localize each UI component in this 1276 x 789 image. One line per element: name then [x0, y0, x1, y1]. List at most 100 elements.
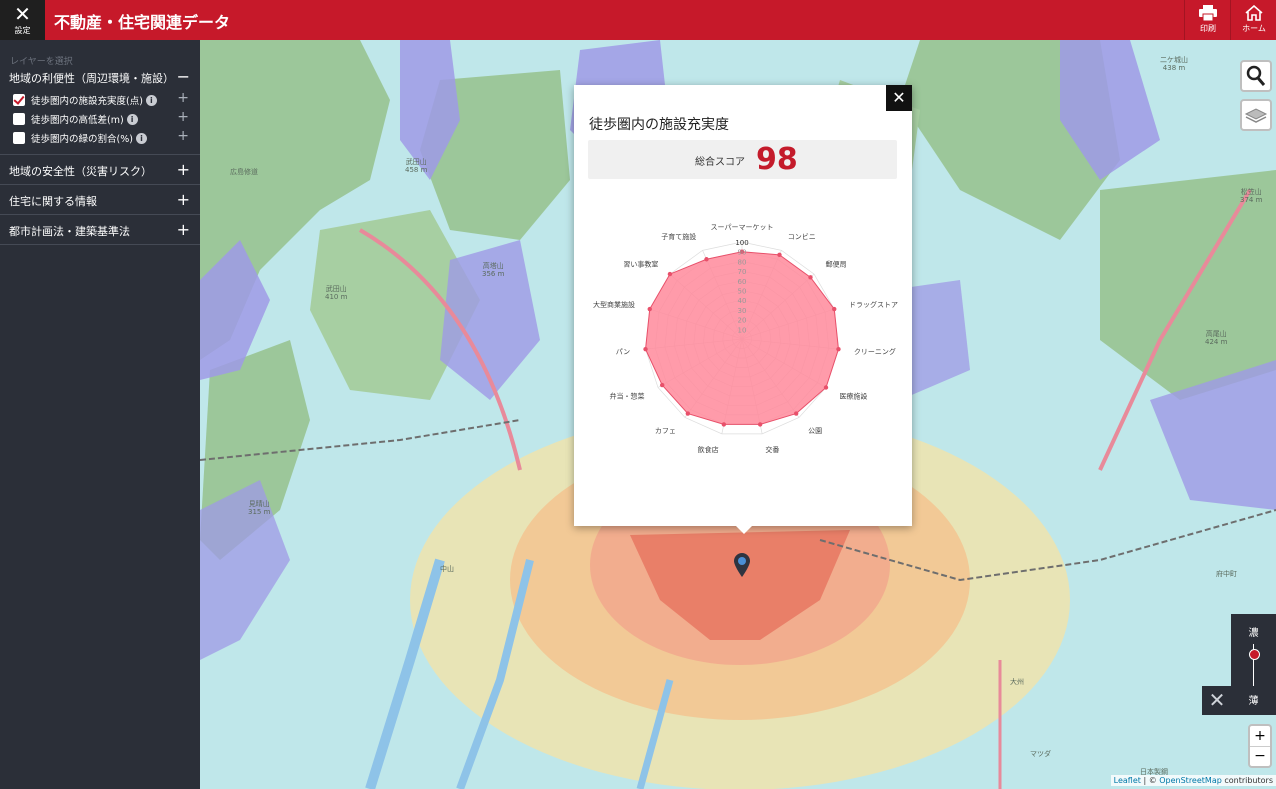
legend-slider-handle[interactable] [1249, 649, 1260, 660]
popup-close-button[interactable]: ✕ [886, 85, 912, 111]
osm-link[interactable]: OpenStreetMap [1159, 776, 1222, 785]
leaflet-link[interactable]: Leaflet [1114, 776, 1141, 785]
expand-icon[interactable]: + [177, 222, 190, 238]
radar-tick-label: 40 [738, 297, 747, 305]
section-convenience: 地域の利便性（周辺環境・施設） − 徒歩圏内の施設充実度(点) i + 徒歩圏内の… [0, 64, 200, 155]
layer-checkbox[interactable] [13, 113, 25, 125]
radar-category-label: 子育て施設 [661, 232, 696, 241]
radar-category-label: スーパーマーケット [711, 223, 774, 231]
expand-icon[interactable]: + [177, 109, 189, 125]
map-label: 高塔山 356 m [482, 262, 505, 278]
section-title[interactable]: 地域の利便性（周辺環境・施設） [9, 70, 174, 86]
layer-green-ratio[interactable]: 徒歩圏内の緑の割合(%) i + [13, 128, 193, 146]
expand-icon[interactable]: + [177, 192, 190, 208]
map-label: マツダ [1030, 750, 1051, 758]
location-marker-icon[interactable] [733, 552, 751, 578]
layer-checkbox[interactable] [13, 132, 25, 144]
settings-close-button[interactable]: ✕ 設定 [0, 0, 45, 40]
layer-sidebar: レイヤーを選択 地域の利便性（周辺環境・施設） − 徒歩圏内の施設充実度(点) i… [0, 40, 200, 789]
radar-data-point[interactable] [808, 275, 813, 280]
radar-data-point[interactable] [643, 346, 648, 352]
section-housing[interactable]: 住宅に関する情報 + [0, 185, 200, 215]
radar-tick-label: 50 [738, 288, 747, 296]
radar-data-point[interactable] [685, 411, 691, 416]
map-search-button[interactable] [1240, 60, 1272, 92]
print-label: 印刷 [1200, 24, 1216, 33]
map-label: 武田山 458 m [405, 158, 428, 174]
settings-label: 設定 [14, 26, 31, 35]
expand-icon[interactable]: + [177, 128, 189, 144]
search-icon [1246, 65, 1266, 86]
legend-light-label: 薄 [1248, 696, 1259, 707]
radar-tick-label: 20 [738, 317, 747, 325]
radar-tick-label: 80 [738, 258, 747, 266]
section-safety[interactable]: 地域の安全性（災害リスク） + [0, 155, 200, 185]
expand-icon[interactable]: + [177, 162, 190, 178]
radar-category-label: クリーニング [854, 347, 896, 356]
radar-tick-label: 60 [738, 278, 747, 286]
expand-icon[interactable]: + [177, 90, 189, 106]
radar-category-label: 大型商業施設 [593, 300, 635, 309]
layer-label: 徒歩圏内の高低差(m) [31, 115, 124, 126]
section-urban-planning[interactable]: 都市計画法・建築基準法 + [0, 215, 200, 245]
radar-data-point[interactable] [704, 257, 709, 262]
radar-data-point[interactable] [647, 306, 652, 312]
radar-category-label: ドラッグストア [849, 300, 898, 309]
radar-data-point[interactable] [823, 385, 829, 390]
popup-pointer [735, 525, 753, 534]
radar-data-point[interactable] [832, 306, 837, 312]
map-label: 見晴山 315 m [248, 500, 271, 516]
info-icon[interactable]: i [145, 95, 157, 106]
section-title: 住宅に関する情報 [9, 195, 97, 208]
home-button[interactable]: ホーム [1230, 0, 1276, 40]
map-label: 二ケ城山 438 m [1160, 56, 1188, 72]
map-label: 武田山 410 m [325, 285, 348, 301]
map-label: 府中町 [1216, 570, 1237, 578]
layer-label: 徒歩圏内の緑の割合(%) [31, 134, 133, 145]
section-title: 地域の安全性（災害リスク） [9, 165, 152, 178]
layer-checkbox[interactable] [13, 94, 25, 106]
radar-tick-label: 90 [738, 249, 747, 257]
total-score-label: 総合スコア [695, 157, 745, 168]
layer-facility-score[interactable]: 徒歩圏内の施設充実度(点) i + [13, 90, 193, 108]
info-icon[interactable]: i [135, 133, 147, 144]
total-score-value: 98 [756, 142, 798, 177]
radar-category-label: 交番 [765, 445, 779, 454]
zoom-out-button[interactable]: − [1250, 747, 1270, 766]
map-label: 松笠山 374 m [1240, 188, 1263, 204]
radar-data-point[interactable] [777, 252, 782, 258]
radar-data-point[interactable] [659, 382, 665, 388]
layers-button[interactable] [1240, 99, 1272, 131]
density-legend: 濃 薄 [1231, 614, 1276, 715]
collapse-icon[interactable]: − [177, 69, 190, 85]
layer-elevation[interactable]: 徒歩圏内の高低差(m) i + [13, 109, 193, 127]
radar-category-label: 習い事教室 [623, 260, 658, 269]
radar-data-point[interactable] [793, 411, 799, 416]
radar-data-point[interactable] [667, 271, 673, 277]
section-title: 都市計画法・建築基準法 [9, 225, 130, 238]
radar-data-point[interactable] [757, 422, 763, 427]
radar-tick-label: 70 [738, 268, 747, 276]
zoom-in-button[interactable]: + [1250, 726, 1270, 747]
radar-category-label: パン [616, 348, 630, 356]
radar-chart: 102030405060708090100スーパーマーケットコンビニ郵便局ドラッ… [593, 223, 898, 454]
close-icon: ✕ [14, 2, 31, 26]
radar-category-label: コンビニ [788, 232, 816, 241]
radar-category-label: カフェ [655, 427, 676, 435]
map-label: 中山 [440, 565, 454, 573]
layer-label: 徒歩圏内の施設充実度(点) [31, 96, 143, 107]
page-title: 不動産・住宅関連データ [54, 13, 231, 32]
radar-category-label: 飲食店 [698, 445, 719, 454]
radar-data-point[interactable] [836, 346, 841, 352]
map-label: 大州 [1010, 678, 1024, 686]
print-button[interactable]: 印刷 [1184, 0, 1231, 40]
map-label: 高尾山 424 m [1205, 330, 1228, 346]
legend-close-button[interactable]: ✕ [1202, 686, 1232, 715]
legend-dark-label: 濃 [1248, 628, 1259, 639]
radar-tick-label: 10 [738, 326, 747, 334]
info-icon[interactable]: i [126, 114, 138, 125]
radar-data-point[interactable] [721, 422, 727, 427]
zoom-control: + − [1248, 724, 1272, 768]
layers-icon [1244, 108, 1268, 123]
facility-score-popup: ✕ 徒歩圏内の施設充実度 総合スコア 98 10 20 30 40 50 60 70 80 90… [574, 85, 912, 526]
